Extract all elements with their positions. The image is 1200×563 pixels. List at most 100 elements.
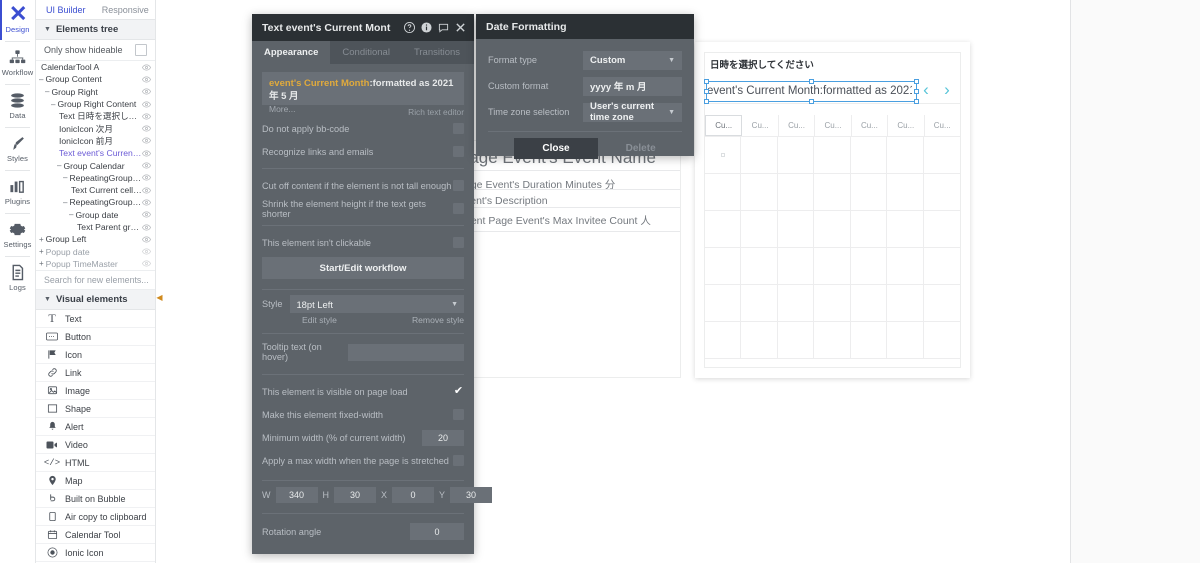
tree-node[interactable]: Text Current cell's ...	[36, 184, 155, 196]
visual-element-icon[interactable]: Icon	[36, 346, 155, 365]
tree-node[interactable]: – Group date	[36, 209, 155, 221]
visibility-eye-icon[interactable]	[142, 198, 151, 207]
visibility-eye-icon[interactable]	[142, 235, 151, 244]
rail-item-design[interactable]: Design	[0, 0, 35, 40]
tree-node[interactable]: –RepeatingGroup date	[36, 196, 155, 208]
rail-item-data[interactable]: Data	[0, 86, 35, 126]
format-type-select[interactable]: Custom ▼	[583, 50, 682, 70]
checkbox-max-width[interactable]	[453, 455, 464, 466]
tree-node[interactable]: IonicIcon 前月	[36, 135, 155, 147]
rail-item-styles[interactable]: Styles	[0, 129, 35, 169]
calendar-date-cell[interactable]	[814, 137, 851, 174]
calendar-date-cell[interactable]	[777, 248, 815, 285]
calendar-date-cell[interactable]	[814, 248, 851, 285]
visibility-eye-icon[interactable]	[142, 75, 151, 84]
row-visible-on-page-load[interactable]: This element is visible on page load ✔	[262, 380, 464, 403]
calendar-date-cell[interactable]	[923, 137, 960, 174]
calendar-date-cell[interactable]	[741, 248, 778, 285]
visibility-eye-icon[interactable]	[142, 210, 151, 219]
calendar-date-cell[interactable]	[705, 285, 742, 322]
calendar-date-cell[interactable]	[741, 174, 778, 211]
visibility-eye-icon[interactable]	[142, 124, 151, 133]
tree-node[interactable]: – Group Content	[36, 73, 155, 85]
visual-element-alert[interactable]: Alert	[36, 418, 155, 437]
visibility-eye-icon[interactable]	[142, 136, 151, 145]
calendar-date-cell[interactable]	[705, 211, 742, 248]
tree-node[interactable]: – Group Calendar	[36, 159, 155, 171]
visual-element-calendar-tool[interactable]: Calendar Tool	[36, 526, 155, 545]
checkbox-visible-on-page-load[interactable]: ✔	[453, 386, 464, 397]
visual-element-button[interactable]: Button	[36, 328, 155, 347]
start-edit-workflow-button[interactable]: Start/Edit workflow	[262, 257, 464, 279]
timezone-select[interactable]: User's current time zone ▼	[583, 101, 682, 123]
rail-item-workflow[interactable]: Workflow	[0, 43, 35, 83]
tree-node[interactable]: + Popup TimeMaster	[36, 258, 155, 270]
tree-toggle-icon[interactable]: +	[39, 259, 44, 268]
calendar-date-cell[interactable]	[923, 174, 960, 211]
tree-node[interactable]: – Group Right Content	[36, 98, 155, 110]
tooltip-input[interactable]	[347, 343, 464, 361]
calendar-date-cell[interactable]	[923, 322, 960, 359]
close-icon[interactable]	[455, 22, 466, 33]
calendar-date-cell[interactable]	[850, 322, 888, 359]
row-do-not-apply-bbcode[interactable]: Do not apply bb-code	[262, 117, 464, 140]
row-not-clickable[interactable]: This element isn't clickable	[262, 231, 464, 254]
tree-toggle-icon[interactable]: –	[63, 198, 67, 207]
checkbox-shrink-height[interactable]	[453, 203, 464, 214]
current-month-text[interactable]: event's Current Month:formatted as 2021.…	[707, 82, 912, 100]
row-fixed-width[interactable]: Make this element fixed-width	[262, 403, 464, 426]
visibility-eye-icon[interactable]	[142, 247, 151, 256]
calendar-date-cell[interactable]	[705, 248, 742, 285]
visual-element-ionic-icon[interactable]: Ionic Icon	[36, 544, 155, 563]
elements-tree-header[interactable]: ▼ Elements tree	[36, 20, 155, 40]
calendar-date-cell[interactable]	[923, 285, 960, 322]
tree-node[interactable]: Text Parent grou...	[36, 221, 155, 233]
visual-element-video[interactable]: Video	[36, 436, 155, 455]
chevron-right-icon[interactable]: ›	[937, 79, 957, 101]
calendar-date-cell[interactable]	[850, 211, 888, 248]
calendar-date-cell[interactable]	[741, 137, 778, 174]
tab-conditional[interactable]: Conditional	[330, 41, 402, 64]
visibility-eye-icon[interactable]	[142, 186, 151, 195]
tree-toggle-icon[interactable]: –	[57, 161, 61, 170]
tab-transitions[interactable]: Transitions	[402, 41, 472, 64]
tab-responsive[interactable]: Responsive	[96, 0, 156, 19]
checkbox-not-clickable[interactable]	[453, 237, 464, 248]
input-minimum-width[interactable]: 20	[422, 429, 464, 446]
visual-elements-header[interactable]: ▼ Visual elements	[36, 290, 155, 311]
tree-toggle-icon[interactable]: –	[51, 100, 55, 109]
calendar-date-cell[interactable]	[777, 285, 815, 322]
tree-toggle-icon[interactable]: +	[39, 235, 44, 244]
tree-node[interactable]: Text 日時を選択してく...	[36, 110, 155, 122]
visual-element-air-copy-to-clipboard[interactable]: Air copy to clipboard	[36, 508, 155, 527]
visual-element-link[interactable]: Link	[36, 364, 155, 383]
tab-appearance[interactable]: Appearance	[252, 41, 331, 64]
visibility-eye-icon[interactable]	[142, 149, 151, 158]
calendar-date-cell[interactable]	[850, 248, 888, 285]
edit-style-link[interactable]: Edit style	[302, 315, 337, 325]
calendar-date-cell[interactable]	[923, 211, 960, 248]
tree-toggle-icon[interactable]: –	[45, 87, 49, 96]
calendar-date-cell[interactable]	[887, 322, 924, 359]
calendar-date-cell[interactable]	[777, 137, 815, 174]
input-width[interactable]: 340	[275, 487, 318, 503]
visual-element-map[interactable]: Map	[36, 472, 155, 491]
calendar-date-cell[interactable]	[741, 322, 778, 359]
tree-node[interactable]: IonicIcon 次月	[36, 122, 155, 134]
calendar-date-cell[interactable]	[741, 211, 778, 248]
tree-node[interactable]: –RepeatingGroup Da...	[36, 172, 155, 184]
rail-item-plugins[interactable]: Plugins	[0, 172, 35, 212]
calendar-date-cell[interactable]	[814, 174, 851, 211]
text-content-field[interactable]: event's Current Month:formatted as 2021 …	[262, 72, 464, 114]
input-y[interactable]: 30	[450, 487, 493, 503]
only-show-hideable-row[interactable]: Only show hideable	[36, 40, 155, 61]
visual-element-image[interactable]: Image	[36, 382, 155, 401]
visibility-eye-icon[interactable]	[142, 63, 151, 72]
visibility-eye-icon[interactable]	[142, 100, 151, 109]
calendar-date-cell[interactable]	[887, 174, 924, 211]
input-height[interactable]: 30	[334, 487, 376, 503]
calendar-date-cell[interactable]	[887, 211, 924, 248]
tree-node[interactable]: CalendarTool A	[36, 61, 155, 73]
calendar-date-cell[interactable]	[814, 211, 851, 248]
row-cut-off-content[interactable]: Cut off content if the element is not ta…	[262, 174, 464, 197]
